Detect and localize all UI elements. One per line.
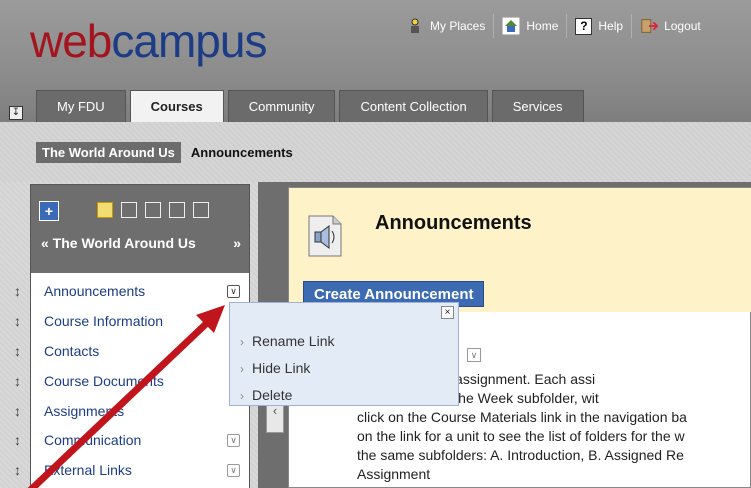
refresh-icon[interactable] — [169, 202, 185, 218]
person-icon — [406, 17, 424, 35]
add-menu-item-button[interactable]: + — [39, 201, 59, 221]
tab-courses[interactable]: Courses — [129, 90, 224, 122]
chevron-right-icon: › — [240, 335, 244, 349]
drag-handle-icon[interactable]: ↕ — [14, 343, 21, 359]
logo-campus: campus — [111, 15, 267, 67]
delete-label: Delete — [252, 387, 293, 403]
logout-link[interactable]: Logout — [631, 14, 709, 38]
expand-icon[interactable]: ↧ — [9, 106, 23, 120]
chevron-down-icon[interactable]: ∨ — [227, 434, 240, 447]
breadcrumb-bar: The World Around Us Announcements — [0, 122, 751, 182]
menu-item-contacts[interactable]: Contacts — [44, 343, 99, 359]
chevron-right-icon: › — [240, 362, 244, 376]
rename-link-option[interactable]: › Rename Link — [240, 333, 335, 349]
home-label: Home — [526, 19, 559, 33]
header: webcampus My Places Home ? Help Logout ↧ — [0, 0, 751, 122]
menu-item-announcements[interactable]: Announcements — [44, 283, 145, 299]
help-label: Help — [598, 19, 624, 33]
webcampus-logo: webcampus — [30, 15, 267, 67]
content-header: Announcements Create Announcement — [289, 188, 751, 312]
tab-my-fdu[interactable]: My FDU — [36, 90, 126, 122]
home-link[interactable]: Home — [493, 14, 566, 38]
menu-item-course-information[interactable]: Course Information — [44, 313, 163, 329]
course-title[interactable]: « The World Around Us — [41, 235, 211, 252]
menu-view-toolbar — [97, 202, 209, 218]
details-icon[interactable] — [193, 202, 209, 218]
announcement-line: click on the Course Materials link in th… — [357, 409, 687, 425]
chevron-down-icon[interactable]: ∨ — [467, 348, 481, 362]
drag-handle-icon[interactable]: ↕ — [14, 403, 21, 419]
list-view-icon[interactable] — [97, 202, 113, 218]
announcement-line: on the link for a unit to see the list o… — [357, 428, 685, 444]
logout-label: Logout — [664, 19, 701, 33]
tab-community[interactable]: Community — [227, 90, 336, 122]
collapse-menu-icon[interactable]: » — [233, 235, 241, 251]
logo-web: web — [30, 15, 112, 67]
breadcrumb-course[interactable]: The World Around Us — [36, 142, 181, 163]
help-icon: ? — [575, 17, 593, 35]
hide-link-option[interactable]: › Hide Link — [240, 360, 310, 376]
drag-handle-icon[interactable]: ↕ — [14, 373, 21, 389]
logout-icon — [640, 17, 659, 35]
page-title: Announcements — [375, 212, 532, 234]
tab-services[interactable]: Services — [491, 90, 584, 122]
breadcrumb: The World Around Us Announcements — [36, 142, 293, 163]
announcement-line: Assignment — [357, 466, 431, 482]
drag-handle-icon[interactable]: ↕ — [14, 313, 21, 329]
chevron-down-icon[interactable]: ∨ — [227, 464, 240, 477]
tab-content-collection[interactable]: Content Collection — [339, 90, 488, 122]
announcement-speaker-icon — [308, 215, 342, 257]
menu-item-external-links[interactable]: External Links — [44, 462, 132, 478]
my-places-link[interactable]: My Places — [398, 14, 493, 38]
chevron-down-icon[interactable]: ∨ — [227, 285, 240, 298]
main-tabs: My FDU Courses Community Content Collect… — [36, 90, 584, 122]
delete-option[interactable]: › Delete — [240, 387, 292, 403]
context-menu: × › Rename Link › Hide Link › Delete — [229, 302, 459, 406]
close-icon[interactable]: × — [441, 306, 454, 319]
utility-links: My Places Home ? Help Logout — [398, 14, 709, 38]
help-link[interactable]: ? Help — [566, 14, 631, 38]
my-places-label: My Places — [430, 19, 486, 33]
menu-item-assignments[interactable]: Assignments — [44, 403, 124, 419]
course-menu-header: + « The World Around Us » — [31, 185, 249, 273]
rename-link-label: Rename Link — [252, 333, 335, 349]
home-icon — [502, 17, 521, 35]
window-icon[interactable] — [145, 202, 161, 218]
menu-item-course-documents[interactable]: Course Documents — [44, 373, 164, 389]
drag-handle-icon[interactable]: ↕ — [14, 283, 21, 299]
drag-handle-icon[interactable]: ↕ — [14, 432, 21, 448]
breadcrumb-current: Announcements — [190, 145, 293, 160]
drag-handle-icon[interactable]: ↕ — [14, 462, 21, 478]
menu-item-communication[interactable]: Communication — [44, 432, 141, 448]
chevron-right-icon: › — [240, 389, 244, 403]
announcement-line: the same subfolders: A. Introduction, B.… — [357, 447, 684, 463]
hide-link-label: Hide Link — [252, 360, 311, 376]
folder-view-icon[interactable] — [121, 202, 137, 218]
